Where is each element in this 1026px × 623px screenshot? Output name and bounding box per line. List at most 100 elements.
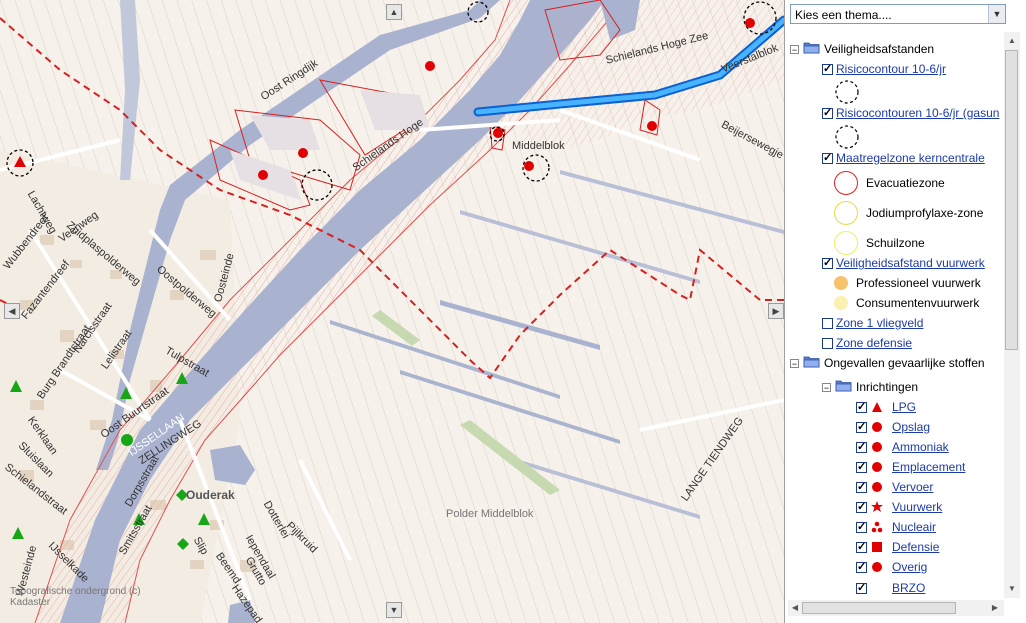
legend-circle-icon <box>834 231 858 255</box>
layer-item-vuurwerk[interactable]: Vuurwerk <box>856 498 942 516</box>
dot-icon <box>870 560 884 574</box>
layer-item-zone-1-vliegveld[interactable]: Zone 1 vliegveld <box>822 314 923 332</box>
map-label-polder-middelblok: Polder Middelblok <box>446 508 534 520</box>
theme-select-value: Kies een thema.... <box>795 8 892 22</box>
layer-link[interactable]: Defensie <box>892 540 939 554</box>
layer-item-maatregelzone-kerncentrale[interactable]: Maatregelzone kerncentrale <box>822 149 985 167</box>
layer-tree-horizontal-scrollbar[interactable]: ◀ ▶ <box>788 600 1004 616</box>
legend-label: Jodiumprofylaxe-zone <box>866 206 984 220</box>
tree-group-veiligheidsafstanden[interactable]: − Veiligheidsafstanden <box>790 40 934 58</box>
layer-link[interactable]: Emplacement <box>892 460 965 474</box>
layer-item-risicocontouren-10-6-jr-gasun[interactable]: Risicocontouren 10-6/jr (gasun <box>822 104 999 122</box>
layer-item-vervoer[interactable]: Vervoer <box>856 478 933 496</box>
layer-link[interactable]: Zone 1 vliegveld <box>836 316 923 330</box>
layer-checkbox[interactable] <box>856 440 867 453</box>
collapse-icon[interactable]: − <box>822 382 831 392</box>
map-view[interactable]: Oost Ringdijk Schielands Hoge Zee Schiel… <box>0 0 785 623</box>
layer-checkbox[interactable] <box>856 460 867 473</box>
layer-checkbox[interactable] <box>856 500 867 513</box>
pan-up-button[interactable]: ▲ <box>386 4 402 20</box>
triangle-icon <box>870 400 884 414</box>
legend-entry <box>834 124 860 151</box>
layer-link[interactable]: Vervoer <box>892 480 933 494</box>
layer-item-ammoniak[interactable]: Ammoniak <box>856 438 949 456</box>
layer-link[interactable]: Maatregelzone kerncentrale <box>836 151 985 165</box>
pan-left-button[interactable]: ◀ <box>4 303 20 319</box>
folder-icon <box>835 379 856 395</box>
layer-item-opslag[interactable]: Opslag <box>856 418 930 436</box>
legend-circle-icon <box>834 276 848 290</box>
legend-entry: Consumentenvuurwerk <box>834 294 979 312</box>
tree-group-ongevallen-gevaarlijke-stoffen[interactable]: − Ongevallen gevaarlijke stoffen <box>790 354 985 372</box>
layer-link[interactable]: LPG <box>892 400 916 414</box>
theme-select[interactable]: Kies een thema.... ▼ <box>790 4 1006 24</box>
layer-checkbox[interactable] <box>822 317 833 329</box>
chevron-down-icon[interactable]: ▼ <box>988 5 1005 23</box>
burst-icon <box>870 500 884 514</box>
layer-link[interactable]: Risicocontour 10-6/jr <box>836 62 946 76</box>
layer-checkbox[interactable] <box>856 581 867 594</box>
scroll-left-icon[interactable]: ◀ <box>788 601 802 615</box>
legend-label: Evacuatiezone <box>866 176 945 190</box>
pan-down-button[interactable]: ▼ <box>386 602 402 618</box>
legend-circle-icon <box>834 201 858 225</box>
layer-item-risicocontour-10-6-jr[interactable]: Risicocontour 10-6/jr <box>822 60 946 78</box>
layer-checkbox[interactable] <box>856 480 867 493</box>
horizontal-scroll-thumb[interactable] <box>802 602 956 614</box>
folder-icon <box>803 41 824 57</box>
layer-link[interactable]: Opslag <box>892 420 930 434</box>
layer-item-veiligheidsafstand-vuurwerk[interactable]: Veiligheidsafstand vuurwerk <box>822 254 985 272</box>
layer-tree-vertical-scrollbar[interactable]: ▲ ▼ <box>1004 32 1020 598</box>
layer-checkbox[interactable] <box>822 106 833 119</box>
layer-item-nucleair[interactable]: Nucleair <box>856 518 936 536</box>
tree-group-label: Ongevallen gevaarlijke stoffen <box>824 356 985 370</box>
layer-item-zone-defensie[interactable]: Zone defensie <box>822 334 912 352</box>
layer-checkbox[interactable] <box>856 540 867 553</box>
tree-group-label: Inrichtingen <box>856 380 919 394</box>
layer-item-emplacement[interactable]: Emplacement <box>856 458 965 476</box>
legend-entry <box>834 79 860 106</box>
layer-checkbox[interactable] <box>822 62 833 75</box>
layer-checkbox[interactable] <box>856 420 867 433</box>
folder-icon <box>803 355 824 371</box>
layer-item-lpg[interactable]: LPG <box>856 398 916 416</box>
layer-checkbox[interactable] <box>822 256 833 269</box>
layer-link[interactable]: Overig <box>892 560 927 574</box>
layer-link[interactable]: BRZO <box>892 581 925 595</box>
vertical-scroll-thumb[interactable] <box>1005 50 1018 350</box>
legend-entry: Schuilzone <box>834 231 925 255</box>
legend-entry: Evacuatiezone <box>834 171 945 195</box>
collapse-icon[interactable]: − <box>790 358 799 368</box>
layer-item-overig[interactable]: Overig <box>856 558 927 576</box>
layer-tree: − Veiligheidsafstanden Risicocontour 10-6/… <box>786 32 1008 600</box>
dot-icon <box>870 460 884 474</box>
layer-checkbox[interactable] <box>822 337 833 349</box>
layer-link[interactable]: Vuurwerk <box>892 500 942 514</box>
layer-checkbox[interactable] <box>856 400 867 413</box>
tree-group-inrichtingen[interactable]: − Inrichtingen <box>822 378 918 396</box>
legend-circle-icon <box>834 296 848 310</box>
dot-icon <box>870 440 884 454</box>
layer-item-defensie[interactable]: Defensie <box>856 538 939 556</box>
legend-label: Schuilzone <box>866 236 925 250</box>
layer-item-brzo[interactable]: BRZO <box>856 579 925 597</box>
scroll-down-icon[interactable]: ▼ <box>1005 582 1019 596</box>
tree-group-label: Veiligheidsafstanden <box>824 42 935 56</box>
layer-link[interactable]: Risicocontouren 10-6/jr (gasun <box>836 106 999 120</box>
blank-icon <box>870 581 884 595</box>
legend-entry: Jodiumprofylaxe-zone <box>834 201 984 225</box>
collapse-icon[interactable]: − <box>790 44 799 54</box>
layer-link[interactable]: Nucleair <box>892 520 936 534</box>
layer-checkbox[interactable] <box>822 151 833 164</box>
layer-checkbox[interactable] <box>856 560 867 573</box>
scroll-up-icon[interactable]: ▲ <box>1005 34 1019 48</box>
layer-checkbox[interactable] <box>856 520 867 533</box>
nuclear-icon <box>870 520 884 534</box>
layer-link[interactable]: Zone defensie <box>836 336 912 350</box>
layer-link[interactable]: Ammoniak <box>892 440 949 454</box>
layer-link[interactable]: Veiligheidsafstand vuurwerk <box>836 256 985 270</box>
scroll-right-icon[interactable]: ▶ <box>988 601 1002 615</box>
legend-entry: Professioneel vuurwerk <box>834 274 981 292</box>
pan-right-button[interactable]: ▶ <box>768 303 784 319</box>
map-credit: Topografische ondergrond (c) Kadaster <box>10 586 141 608</box>
